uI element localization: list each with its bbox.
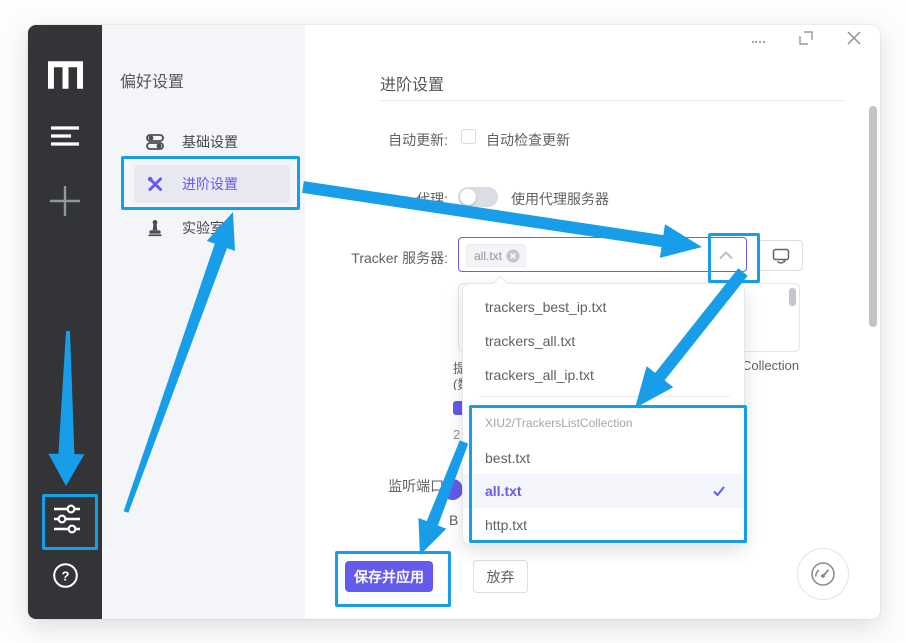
auto-update-checkbox[interactable] [461, 129, 476, 144]
dropdown-item-selected[interactable]: all.txt [463, 474, 744, 508]
maximize-icon [799, 31, 813, 45]
help-icon[interactable]: ? [52, 562, 79, 589]
close-button[interactable] [845, 29, 862, 46]
dropdown-item[interactable]: trackers_best_ip.txt [463, 290, 744, 324]
minimize-button[interactable] [750, 36, 766, 48]
dropdown-item[interactable]: trackers_all.txt [463, 324, 744, 358]
listen-port-label: 监听端口: [366, 476, 448, 496]
sidebar-item-lab[interactable]: 实验室 [134, 209, 290, 247]
dropdown-divider [479, 396, 730, 397]
preferences-sliders-icon[interactable] [51, 503, 83, 535]
close-icon [846, 30, 862, 46]
discard-button[interactable]: 放弃 [473, 560, 528, 593]
page-title: 进阶设置 [380, 71, 444, 95]
preferences-panel [102, 25, 305, 619]
hint-text-fragment: 提示 [453, 358, 462, 374]
sidebar-item-label: 实验室 [182, 218, 224, 238]
dropdown-group-label: XIU2/TrackersListCollection [485, 410, 633, 436]
tracker-server-input[interactable]: all.txt [458, 237, 747, 272]
maximize-button[interactable] [798, 30, 814, 46]
source-text-fragment: (数 [453, 374, 462, 390]
minimize-icon [752, 41, 765, 43]
sidebar-item-basic-settings[interactable]: 基础设置 [134, 123, 290, 161]
auto-update-checkbox-label: 自动检查更新 [486, 130, 570, 150]
tracker-source-dropdown: trackers_best_ip.txt trackers_all.txt tr… [462, 283, 745, 545]
dropdown-item[interactable]: trackers_all_ip.txt [463, 358, 744, 392]
motrix-logo-icon[interactable] [47, 57, 84, 94]
window-scrollbar-thumb[interactable] [869, 106, 877, 327]
task-list-icon[interactable] [50, 125, 80, 147]
tracker-server-label: Tracker 服务器: [300, 248, 448, 268]
bt-text-fragment: B [449, 512, 458, 528]
speed-gauge-button[interactable] [797, 548, 849, 600]
listen-port-toggle[interactable] [442, 479, 463, 500]
sidebar-item-label: 基础设置 [182, 132, 238, 152]
toggles-icon [146, 133, 164, 151]
dropdown-item[interactable]: http.txt [463, 508, 744, 542]
chevron-up-icon[interactable] [716, 249, 736, 261]
sidebar-item-label: 进阶设置 [182, 174, 238, 194]
add-icon[interactable] [47, 183, 83, 219]
tag-close-icon[interactable] [506, 249, 520, 263]
tracker-tag-label: all.txt [474, 249, 502, 263]
title-divider [380, 100, 845, 101]
tracker-tag: all.txt [466, 244, 526, 267]
dropdown-item-label: all.txt [485, 483, 522, 499]
proxy-toggle[interactable] [458, 187, 498, 207]
save-apply-button[interactable]: 保存并应用 [345, 561, 433, 592]
motrix-preferences-screenshot: ? 偏好设置 基础设置 进阶设置 [0, 0, 906, 643]
panel-title: 偏好设置 [120, 68, 184, 92]
svg-text:?: ? [62, 568, 70, 583]
proxy-label: 代理: [310, 189, 448, 209]
proxy-toggle-label: 使用代理服务器 [511, 189, 609, 209]
auto-update-label: 自动更新: [310, 130, 448, 150]
textarea-scrollbar-thumb[interactable] [789, 288, 796, 306]
sync-tracker-button[interactable] [758, 240, 803, 271]
lab-icon [146, 219, 164, 237]
sidebar-item-advanced-settings[interactable]: 进阶设置 [134, 165, 290, 203]
dropdown-item[interactable]: best.txt [463, 442, 744, 474]
toggle-knob [460, 189, 476, 205]
gauge-icon [809, 560, 837, 588]
sync-icon [771, 246, 791, 266]
update-date-fragment: 2 [453, 427, 460, 442]
collection-text-fragment: Collection [742, 358, 799, 373]
tools-icon [146, 175, 164, 193]
check-icon [712, 485, 726, 497]
